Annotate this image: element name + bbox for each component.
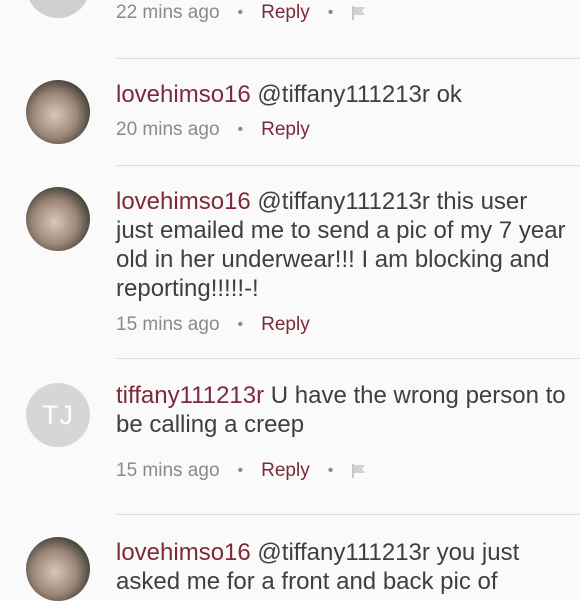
reply-button[interactable]: Reply <box>261 2 310 24</box>
separator-dot: • <box>237 121 244 138</box>
comment-text: lovehimso16 @tiffany111213r ok <box>116 80 566 109</box>
comment-time: 22 mins ago <box>116 2 220 23</box>
separator-dot: • <box>237 316 244 333</box>
reply-button[interactable]: Reply <box>261 314 310 336</box>
comment-text: tiffany111213r U have the wrong person t… <box>116 381 566 439</box>
flag-icon[interactable] <box>351 2 369 24</box>
separator-dot: • <box>237 462 244 479</box>
comment-meta: 20 mins ago • Reply <box>116 118 310 142</box>
separator-dot: • <box>327 4 334 21</box>
comment-text: lovehimso16 @tiffany111213r this user ju… <box>116 187 566 303</box>
separator-dot: • <box>237 4 244 21</box>
comment-time: 15 mins ago <box>116 314 220 335</box>
comment-meta: 15 mins ago • Reply <box>116 313 310 337</box>
comment-time: 15 mins ago <box>116 460 220 481</box>
comment-username[interactable]: tiffany111213r <box>116 382 264 409</box>
divider <box>116 165 580 166</box>
comment-username[interactable]: lovehimso16 <box>116 539 251 566</box>
divider <box>116 58 580 59</box>
reply-button[interactable]: Reply <box>261 119 310 141</box>
divider <box>116 514 580 515</box>
avatar[interactable] <box>26 0 90 18</box>
comment-username[interactable]: lovehimso16 <box>116 188 251 215</box>
comment-username[interactable]: lovehimso16 <box>116 81 251 108</box>
avatar[interactable] <box>26 80 90 144</box>
avatar[interactable]: TJ <box>26 383 90 447</box>
flag-icon[interactable] <box>351 460 369 482</box>
separator-dot: • <box>327 462 334 479</box>
comment-text: lovehimso16 @tiffany111213r you just ask… <box>116 538 566 596</box>
comment-body: @tiffany111213r ok <box>250 81 462 108</box>
comment-time: 20 mins ago <box>116 119 220 140</box>
comment-meta: 22 mins ago • Reply • <box>116 1 369 25</box>
reply-button[interactable]: Reply <box>261 460 310 482</box>
avatar[interactable] <box>26 187 90 251</box>
divider <box>116 358 580 359</box>
avatar[interactable] <box>26 537 90 601</box>
comment-meta: 15 mins ago • Reply • <box>116 459 369 483</box>
